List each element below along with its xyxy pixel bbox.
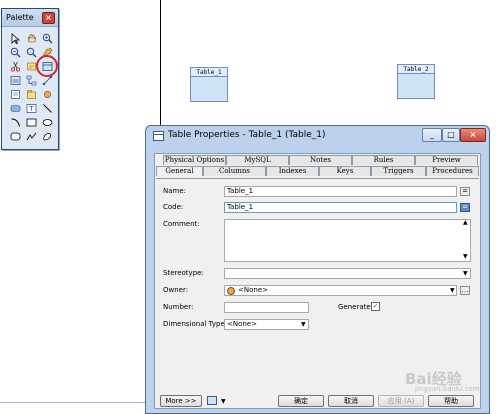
table-symbol-name: Table_2 (398, 65, 434, 74)
text-icon[interactable] (8, 102, 22, 115)
comment-label: Comment: (163, 220, 200, 228)
zoom-in-icon[interactable] (40, 32, 54, 45)
reference-icon[interactable] (24, 74, 38, 87)
palette-close-icon[interactable]: × (42, 12, 55, 24)
svg-text:T: T (28, 105, 34, 113)
more-button[interactable]: More >> (160, 395, 202, 407)
zoom-window-icon[interactable] (24, 46, 38, 59)
owner-label: Owner: (163, 286, 189, 294)
cancel-button[interactable]: 取消 (328, 395, 374, 407)
tab-mysql[interactable]: MySQL (226, 155, 289, 165)
tab-columns[interactable]: Columns (203, 166, 266, 176)
canvas-scrollbar[interactable] (0, 402, 145, 403)
table-icon (153, 131, 164, 141)
tab-triggers[interactable]: Triggers (371, 166, 426, 176)
stereotype-select[interactable] (224, 268, 471, 279)
table-symbol-name: Table_1 (191, 68, 227, 77)
name-label: Name: (163, 187, 187, 195)
name-equals-button[interactable]: = (460, 187, 470, 196)
tab-notes[interactable]: Notes (289, 155, 352, 165)
view-icon[interactable] (8, 74, 22, 87)
rectangle-icon[interactable]: T (24, 102, 38, 115)
table-symbol-1[interactable]: Table_1 (190, 67, 228, 102)
tab-indexes[interactable]: Indexes (266, 166, 319, 176)
table-menu-icon[interactable] (207, 396, 217, 405)
polyline-icon[interactable] (24, 116, 38, 129)
pointer-icon[interactable] (8, 32, 22, 45)
dimensional-type-select[interactable]: <None> (224, 319, 309, 330)
stereotype-dropdown-icon[interactable]: ▼ (463, 270, 468, 277)
dialog-titlebar[interactable]: Table Properties - Table_1 (Table_1) _ □… (146, 126, 489, 146)
dimensional-dropdown-icon[interactable]: ▼ (301, 321, 306, 328)
procedure-icon[interactable] (8, 88, 22, 101)
tab-keys[interactable]: Keys (319, 166, 371, 176)
rounded-rect-icon[interactable] (8, 130, 22, 143)
owner-browse-button[interactable]: … (460, 286, 470, 295)
scroll-down-icon[interactable]: ▼ (463, 253, 468, 260)
number-label: Number: (163, 303, 194, 311)
dialog-title: Table Properties - Table_1 (Table_1) (168, 130, 326, 140)
code-label: Code: (163, 203, 184, 211)
owner-dropdown-icon[interactable]: ▼ (450, 287, 455, 294)
generate-label: Generate: (338, 303, 374, 311)
highlight-circle (36, 55, 58, 77)
watermark-url: jingyan.baidu.com (415, 385, 480, 393)
arc-icon[interactable] (8, 116, 22, 129)
freeform-icon[interactable] (24, 130, 38, 143)
tab-procedures[interactable]: Procedures (426, 166, 479, 176)
help-button[interactable]: 帮助 (428, 395, 474, 407)
ok-button[interactable]: 确定 (278, 395, 324, 407)
name-input[interactable]: Table_1 (224, 186, 457, 197)
table-symbol-2[interactable]: Table_2 (397, 64, 435, 99)
line-icon[interactable] (40, 102, 54, 115)
code-equals-button[interactable]: = (460, 203, 470, 212)
minimize-button[interactable]: _ (422, 128, 442, 142)
file-icon[interactable] (40, 88, 54, 101)
menu-dropdown-icon[interactable]: ▼ (221, 398, 226, 405)
tab-physical-options[interactable]: Physical Options (163, 155, 226, 165)
dimensional-type-label: Dimensional Type: (163, 320, 228, 328)
palette-tool-grid: T (8, 32, 56, 144)
tab-rules[interactable]: Rules (352, 155, 415, 165)
tab-general[interactable]: General (156, 166, 203, 176)
stereotype-label: Stereotype: (163, 269, 204, 277)
canvas-divider (160, 0, 161, 125)
cut-icon[interactable] (8, 60, 22, 73)
user-icon (227, 287, 235, 295)
ellipse-icon[interactable] (40, 116, 54, 129)
scroll-up-icon[interactable]: ▲ (463, 219, 468, 226)
number-input[interactable] (224, 302, 309, 313)
generate-checkbox[interactable]: ✓ (371, 302, 380, 311)
package-icon[interactable] (24, 88, 38, 101)
code-input[interactable]: Table_1 (224, 202, 457, 213)
polygon-icon[interactable] (40, 130, 54, 143)
close-button[interactable]: × (460, 128, 486, 142)
general-tab-content: Name: Table_1 = Code: Table_1 = Comment:… (156, 178, 479, 396)
palette-toolbox: Palette × T (1, 8, 59, 150)
tab-preview[interactable]: Preview (415, 155, 478, 165)
zoom-out-icon[interactable] (8, 46, 22, 59)
comment-textarea[interactable] (224, 219, 471, 262)
grab-icon[interactable] (24, 32, 38, 45)
apply-button[interactable]: 应用 (A) (378, 395, 424, 407)
owner-select[interactable]: <None> (224, 285, 457, 296)
maximize-button[interactable]: □ (442, 128, 460, 142)
